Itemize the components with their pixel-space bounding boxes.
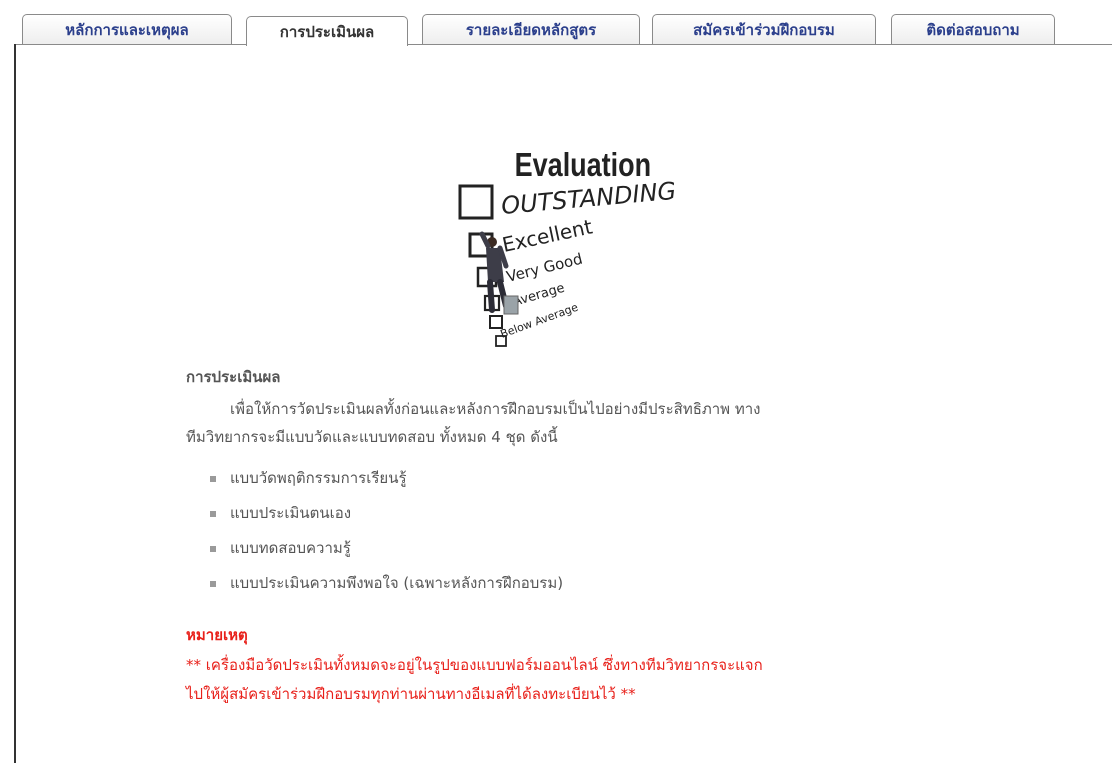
- left-border: [14, 44, 16, 763]
- checkbox-outstanding: [458, 184, 494, 220]
- tab-contact[interactable]: ติดต่อสอบถาม: [891, 14, 1055, 44]
- bullet-square-icon: [210, 581, 216, 587]
- tab-bar: หลักการและเหตุผล การประเมินผล รายละเอียด…: [0, 0, 1112, 46]
- list-item: แบบวัดพฤติกรรมการเรียนรู้: [210, 461, 946, 496]
- bullet-square-icon: [210, 511, 216, 517]
- evaluation-illustration: Evaluation OUTSTANDING Excellent Very Go…: [458, 148, 677, 347]
- section-title: การประเมินผล: [186, 368, 281, 386]
- option-very-good: Very Good: [505, 250, 585, 286]
- tab-course-details[interactable]: รายละเอียดหลักสูตร: [422, 14, 640, 44]
- section-paragraph: เพื่อให้การวัดประเมินผลทั้งก่อนและหลังกา…: [186, 395, 946, 451]
- evaluation-section: การประเมินผล เพื่อให้การวัดประเมินผลทั้ง…: [186, 365, 946, 709]
- option-average: Average: [511, 281, 566, 310]
- note-text: ** เครื่องมือวัดประเมินทั้งหมดจะอยู่ในรู…: [186, 651, 946, 709]
- list-item: แบบประเมินความพึงพอใจ (เฉพาะหลังการฝึกอบ…: [210, 566, 946, 601]
- note-line-2: ไปให้ผู้สมัครเข้าร่วมฝึกอบรมทุกท่านผ่านท…: [186, 685, 636, 703]
- tab-rationale[interactable]: หลักการและเหตุผล: [22, 14, 232, 44]
- hero-title: Evaluation: [515, 148, 651, 184]
- list-item: แบบทดสอบความรู้: [210, 531, 946, 566]
- paragraph-line-1: เพื่อให้การวัดประเมินผลทั้งก่อนและหลังกา…: [230, 400, 761, 418]
- note-title: หมายเหตุ: [186, 626, 248, 644]
- evaluation-tools-list: แบบวัดพฤติกรรมการเรียนรู้ แบบประเมินตนเอ…: [186, 461, 946, 601]
- list-item: แบบประเมินตนเอง: [210, 496, 946, 531]
- option-excellent: Excellent: [500, 214, 595, 257]
- bullet-square-icon: [210, 546, 216, 552]
- tab-evaluation[interactable]: การประเมินผล: [246, 16, 408, 46]
- tab-baseline: [14, 44, 1112, 45]
- tab-register[interactable]: สมัครเข้าร่วมฝึกอบรม: [652, 14, 876, 44]
- checkbox-below-average: [489, 315, 503, 329]
- note-line-1: ** เครื่องมือวัดประเมินทั้งหมดจะอยู่ในรู…: [186, 656, 763, 674]
- bullet-square-icon: [210, 476, 216, 482]
- paragraph-line-2: ทีมวิทยากรจะมีแบบวัดและแบบทดสอบ ทั้งหมด …: [186, 428, 558, 446]
